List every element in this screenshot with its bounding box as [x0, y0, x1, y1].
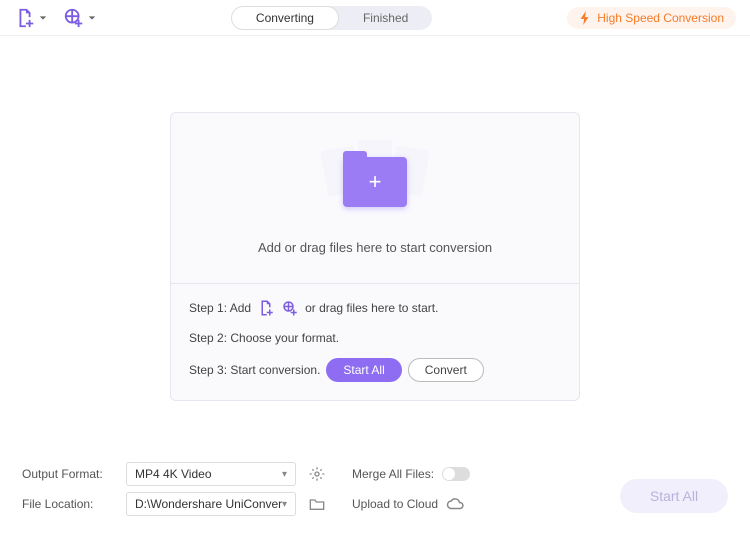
step-3: Step 3: Start conversion. Start All Conv…: [189, 358, 561, 382]
output-format-value: MP4 4K Video: [135, 467, 212, 481]
footer-start-all-button[interactable]: Start All: [620, 479, 728, 513]
step1-prefix: Step 1: Add: [189, 301, 251, 315]
caret-down-icon: ▾: [282, 469, 287, 480]
caret-down-icon: ▾: [282, 499, 287, 510]
step-2: Step 2: Choose your format.: [189, 328, 561, 348]
add-url-icon: [63, 7, 85, 29]
format-settings-icon[interactable]: [308, 465, 326, 483]
steps-panel: Step 1: Add or drag files here to start.…: [171, 283, 579, 400]
tab-converting[interactable]: Converting: [231, 6, 339, 30]
step1-suffix: or drag files here to start.: [305, 301, 438, 315]
topbar-right: High Speed Conversion: [567, 7, 736, 29]
dropzone-text: Add or drag files here to start conversi…: [258, 240, 492, 255]
tab-finished[interactable]: Finished: [339, 6, 432, 30]
add-url-icon[interactable]: [281, 299, 299, 317]
high-speed-label: High Speed Conversion: [597, 11, 724, 25]
add-illustration: +: [320, 142, 430, 222]
footer-row-format: Output Format: MP4 4K Video ▾ Merge All …: [22, 459, 728, 489]
add-file-dropdown[interactable]: [14, 7, 47, 29]
add-file-icon: [14, 7, 36, 29]
convert-button[interactable]: Convert: [408, 358, 484, 382]
caret-down-icon: [88, 14, 96, 22]
merge-toggle[interactable]: [442, 467, 470, 481]
main-area: + Add or drag files here to start conver…: [0, 36, 750, 401]
topbar-center: Converting Finished: [96, 6, 567, 30]
upload-group: Upload to Cloud: [352, 495, 464, 513]
file-location-label: File Location:: [22, 497, 114, 511]
caret-down-icon: [39, 14, 47, 22]
add-file-icon[interactable]: [257, 299, 275, 317]
output-format-label: Output Format:: [22, 467, 114, 481]
topbar-left: [14, 7, 96, 29]
add-url-dropdown[interactable]: [63, 7, 96, 29]
step-1: Step 1: Add or drag files here to start.: [189, 298, 561, 318]
dropzone[interactable]: + Add or drag files here to start conver…: [171, 113, 579, 283]
output-format-select[interactable]: MP4 4K Video ▾: [126, 462, 296, 486]
footer: Output Format: MP4 4K Video ▾ Merge All …: [0, 447, 750, 535]
plus-icon: +: [369, 171, 382, 193]
conversion-panel: + Add or drag files here to start conver…: [170, 112, 580, 401]
start-all-button[interactable]: Start All: [326, 358, 401, 382]
open-folder-icon[interactable]: [308, 495, 326, 513]
upload-label: Upload to Cloud: [352, 497, 438, 511]
step2-text: Step 2: Choose your format.: [189, 331, 339, 345]
file-location-select[interactable]: D:\Wondershare UniConverter 1 ▾: [126, 492, 296, 516]
topbar: Converting Finished High Speed Conversio…: [0, 0, 750, 36]
merge-group: Merge All Files:: [352, 467, 470, 481]
folder-plus-icon: +: [343, 157, 407, 207]
high-speed-badge[interactable]: High Speed Conversion: [567, 7, 736, 29]
file-location-value: D:\Wondershare UniConverter 1: [135, 497, 282, 511]
lightning-icon: [579, 11, 591, 25]
merge-label: Merge All Files:: [352, 467, 434, 481]
step3-text: Step 3: Start conversion.: [189, 363, 320, 377]
cloud-icon[interactable]: [446, 495, 464, 513]
tab-group: Converting Finished: [231, 6, 432, 30]
